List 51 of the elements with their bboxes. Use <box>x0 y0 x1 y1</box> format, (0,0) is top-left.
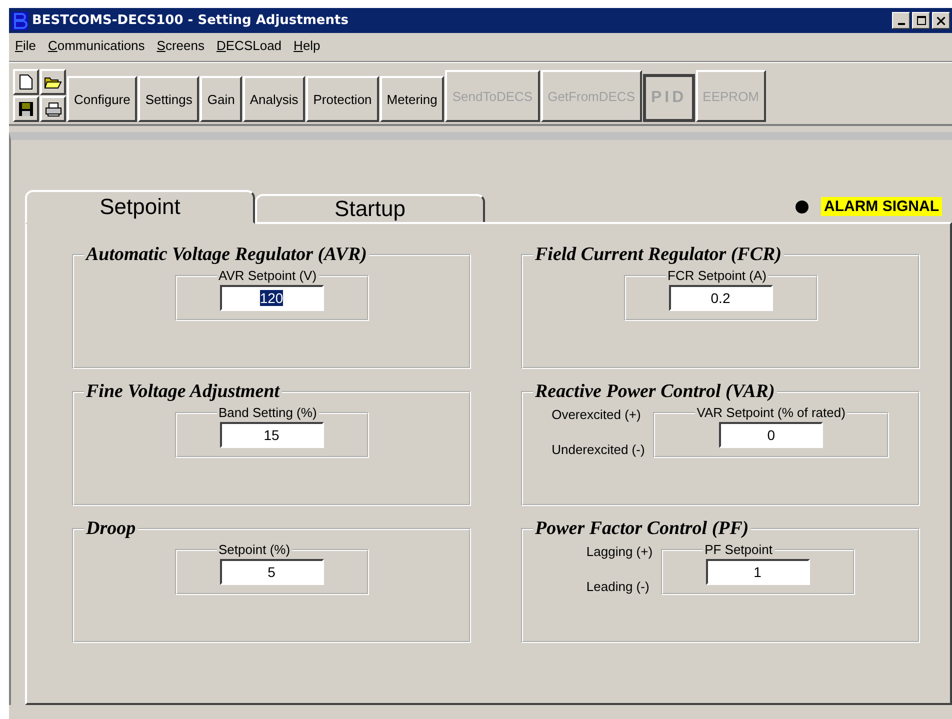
group-title: Automatic Voltage Regulator (AVR) <box>84 244 368 266</box>
menu-item[interactable]: DECSLoad <box>216 38 282 56</box>
tab[interactable]: Startup <box>255 194 485 224</box>
group-title: Fine Voltage Adjustment <box>85 381 281 403</box>
close-icon <box>937 16 945 24</box>
input-field[interactable]: 15 <box>220 422 324 448</box>
tab[interactable]: Setpoint <box>25 190 255 224</box>
group-title: Field Current Regulator (FCR) <box>534 244 783 266</box>
direction-label: Lagging (+) <box>586 544 653 558</box>
new-file-button[interactable] <box>13 69 39 95</box>
field-label: FCR Setpoint (A) <box>666 268 768 283</box>
menu-item[interactable]: Help <box>294 38 320 56</box>
toolbar-button[interactable]: Settings <box>138 76 200 122</box>
group-title: Reactive Power Control (VAR) <box>534 381 776 403</box>
menu-item[interactable]: Communications <box>48 38 145 56</box>
field-label: AVR Setpoint (V) <box>218 268 318 283</box>
field-label: PF Setpoint <box>704 542 774 557</box>
toolbar-button[interactable]: Protection <box>306 76 379 122</box>
print-button[interactable] <box>40 96 66 122</box>
window-title: BESTCOMS-DECS100 - Setting Adjustments <box>32 13 348 28</box>
direction-label: Underexcited (-) <box>552 442 645 456</box>
maximize-button[interactable] <box>912 12 930 29</box>
input-field[interactable]: 120 <box>220 285 324 311</box>
input-field[interactable]: 1 <box>706 559 810 585</box>
group-title: Droop <box>84 518 137 540</box>
direction-label: Leading (-) <box>586 578 650 594</box>
field-label: Band Setting (%) <box>218 405 318 420</box>
group-title: Power Factor Control (PF) <box>534 518 750 540</box>
indicator-light-icon <box>795 200 809 214</box>
menu-item[interactable]: Screens <box>156 38 204 56</box>
close-button[interactable] <box>932 12 950 29</box>
field-label: Setpoint (%) <box>218 542 292 557</box>
minimize-button[interactable] <box>892 12 910 29</box>
toolbar-button[interactable]: Metering <box>380 76 444 122</box>
direction-label: Overexcited (+) <box>552 406 642 422</box>
input-field[interactable]: 0 <box>719 422 824 448</box>
alarm-signal-label: ALARM SIGNAL <box>821 197 942 216</box>
toolbar-button[interactable]: Configure <box>67 76 138 122</box>
input-field[interactable]: 0.2 <box>668 285 772 311</box>
input-field[interactable]: 5 <box>220 559 324 585</box>
field-label: VAR Setpoint (% of rated) <box>696 405 846 420</box>
minimize-icon <box>898 22 904 24</box>
menu-item[interactable]: File <box>15 38 36 56</box>
toolbar-button[interactable]: Gain <box>200 76 242 122</box>
app-logo-icon <box>12 12 28 30</box>
document-icon <box>19 74 33 90</box>
open-button[interactable] <box>40 69 66 95</box>
printer-icon <box>44 102 62 116</box>
maximize-icon <box>916 16 926 25</box>
toolbar-button[interactable]: Analysis <box>242 76 306 122</box>
save-button[interactable] <box>13 96 39 122</box>
